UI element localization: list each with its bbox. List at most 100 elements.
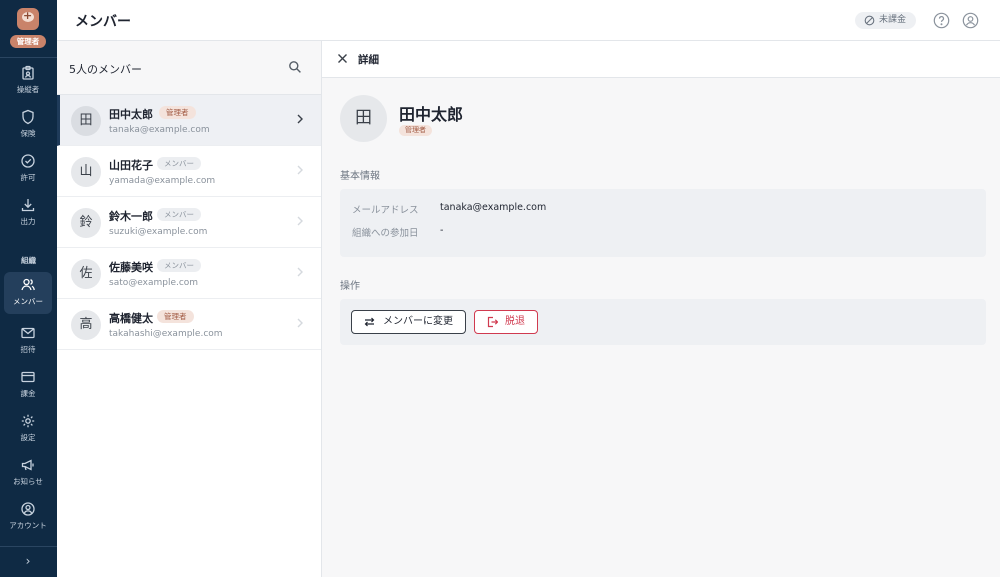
close-icon[interactable] (337, 53, 348, 64)
users-icon (21, 278, 35, 291)
joined-date-label: 組織への参加日 (352, 228, 419, 239)
sidebar-item-label: 許可 (20, 173, 36, 182)
sidebar-collapse-button[interactable]: › (18, 554, 38, 572)
joined-date-value: - (440, 225, 444, 236)
detail-header: 詳細 (322, 41, 1000, 78)
chevron-right-icon (297, 114, 303, 124)
admin-badge: 管理者 (10, 35, 46, 48)
member-email: tanaka@example.com (109, 125, 210, 135)
search-icon[interactable] (288, 60, 302, 74)
member-list-pane: 5人のメンバー 田 田中太郎 管理者 tanaka@example.com 山 … (57, 41, 322, 577)
logo-icon (17, 8, 39, 30)
member-row[interactable]: 田 田中太郎 管理者 tanaka@example.com (57, 95, 321, 146)
sidebar-item-label: アカウント (9, 521, 47, 530)
billing-status-badge: 未課金 (855, 12, 916, 29)
member-count: 5人のメンバー (69, 63, 142, 76)
role-badge: メンバー (157, 259, 201, 272)
credit-card-icon (21, 371, 35, 383)
basic-info-card: メールアドレス tanaka@example.com 組織への参加日 - (340, 189, 986, 257)
sidebar-item-label: 課金 (20, 389, 36, 398)
member-name: 田中太郎 (109, 108, 153, 121)
role-badge: 管理者 (399, 125, 432, 136)
avatar: 佐 (71, 259, 101, 289)
sidebar-item-permits[interactable]: 許可 (4, 148, 52, 190)
change-to-member-button[interactable]: メンバーに変更 (351, 310, 466, 334)
sidebar-item-export[interactable]: 出力 (4, 192, 52, 234)
logout-icon (487, 316, 498, 328)
member-row[interactable]: 鈴 鈴木一郎 メンバー suzuki@example.com (57, 197, 321, 248)
member-name: 鈴木一郎 (109, 210, 153, 223)
billing-status-text: 未課金 (879, 15, 907, 25)
sidebar-section-org: 組織 (21, 256, 36, 265)
help-icon[interactable] (933, 12, 950, 29)
leave-label: 脱退 (505, 316, 525, 327)
sidebar-item-insurance[interactable]: 保険 (4, 104, 52, 146)
email-label: メールアドレス (352, 205, 419, 216)
chevron-right-icon (297, 165, 303, 175)
member-name: 田中太郎 (399, 105, 464, 124)
check-badge-icon (21, 154, 35, 168)
member-detail-pane: 詳細 田 田中太郎 管理者 基本情報 メールアドレス tanaka@exampl… (322, 41, 1000, 577)
chevron-right-icon: › (25, 554, 31, 568)
megaphone-icon (21, 459, 34, 471)
member-row[interactable]: 高 高橋健太 管理者 takahashi@example.com (57, 299, 321, 350)
sidebar-divider (0, 57, 57, 58)
no-entry-icon (864, 15, 875, 26)
member-name: 山田花子 (109, 159, 153, 172)
leave-button[interactable]: 脱退 (474, 310, 538, 334)
sidebar-divider (0, 546, 57, 547)
clipboard-icon (22, 65, 34, 80)
member-name: 高橋健太 (109, 312, 153, 325)
chevron-right-icon (297, 216, 303, 226)
sidebar-item-label: 出力 (20, 217, 36, 226)
avatar: 田 (71, 106, 101, 136)
sidebar-item-account[interactable]: アカウント (4, 496, 52, 538)
sidebar-item-pilots[interactable]: 操縦者 (4, 60, 52, 102)
user-circle-icon (21, 502, 35, 516)
actions-heading: 操作 (340, 281, 360, 292)
sidebar-item-billing[interactable]: 課金 (4, 364, 52, 406)
sidebar-item-label: お知らせ (13, 477, 43, 486)
account-icon[interactable] (962, 12, 979, 29)
sidebar-item-label: 保険 (20, 129, 36, 138)
sidebar: 管理者 操縦者 保険 許可 出力 組織 メンバー 招待 課金 設定 お知らせ ア… (0, 0, 57, 577)
role-badge: メンバー (157, 157, 201, 170)
member-row[interactable]: 佐 佐藤美咲 メンバー sato@example.com (57, 248, 321, 299)
avatar: 高 (71, 310, 101, 340)
change-to-member-label: メンバーに変更 (383, 316, 453, 327)
gear-icon (21, 414, 35, 428)
detail-title: 詳細 (358, 54, 379, 66)
member-row[interactable]: 山 山田花子 メンバー yamada@example.com (57, 146, 321, 197)
sidebar-item-settings[interactable]: 設定 (4, 408, 52, 450)
sidebar-item-label: 操縦者 (16, 85, 40, 94)
avatar: 山 (71, 157, 101, 187)
member-email: suzuki@example.com (109, 227, 208, 237)
member-list-header: 5人のメンバー (57, 41, 321, 95)
basic-info-heading: 基本情報 (340, 171, 380, 182)
sidebar-item-invite[interactable]: 招待 (4, 320, 52, 362)
app-logo[interactable]: 管理者 (0, 6, 57, 50)
sidebar-item-members[interactable]: メンバー (4, 272, 52, 314)
role-badge: メンバー (157, 208, 201, 221)
role-badge: 管理者 (159, 106, 196, 119)
chevron-right-icon (297, 318, 303, 328)
sidebar-item-label: 設定 (20, 433, 36, 442)
swap-icon (364, 317, 375, 327)
shield-icon (22, 109, 34, 125)
email-value: tanaka@example.com (440, 202, 547, 213)
member-email: takahashi@example.com (109, 329, 223, 339)
sidebar-item-label: 招待 (20, 345, 36, 354)
avatar: 鈴 (71, 208, 101, 238)
download-icon (21, 199, 35, 212)
member-name: 佐藤美咲 (109, 261, 153, 274)
page-title: メンバー (75, 14, 131, 30)
avatar: 田 (340, 95, 387, 142)
mail-icon (21, 327, 35, 339)
sidebar-item-label: メンバー (13, 297, 43, 306)
chevron-right-icon (297, 267, 303, 277)
member-email: sato@example.com (109, 278, 199, 288)
sidebar-item-news[interactable]: お知らせ (4, 452, 52, 494)
role-badge: 管理者 (157, 310, 194, 323)
actions-card: メンバーに変更 脱退 (340, 299, 986, 345)
member-email: yamada@example.com (109, 176, 216, 186)
